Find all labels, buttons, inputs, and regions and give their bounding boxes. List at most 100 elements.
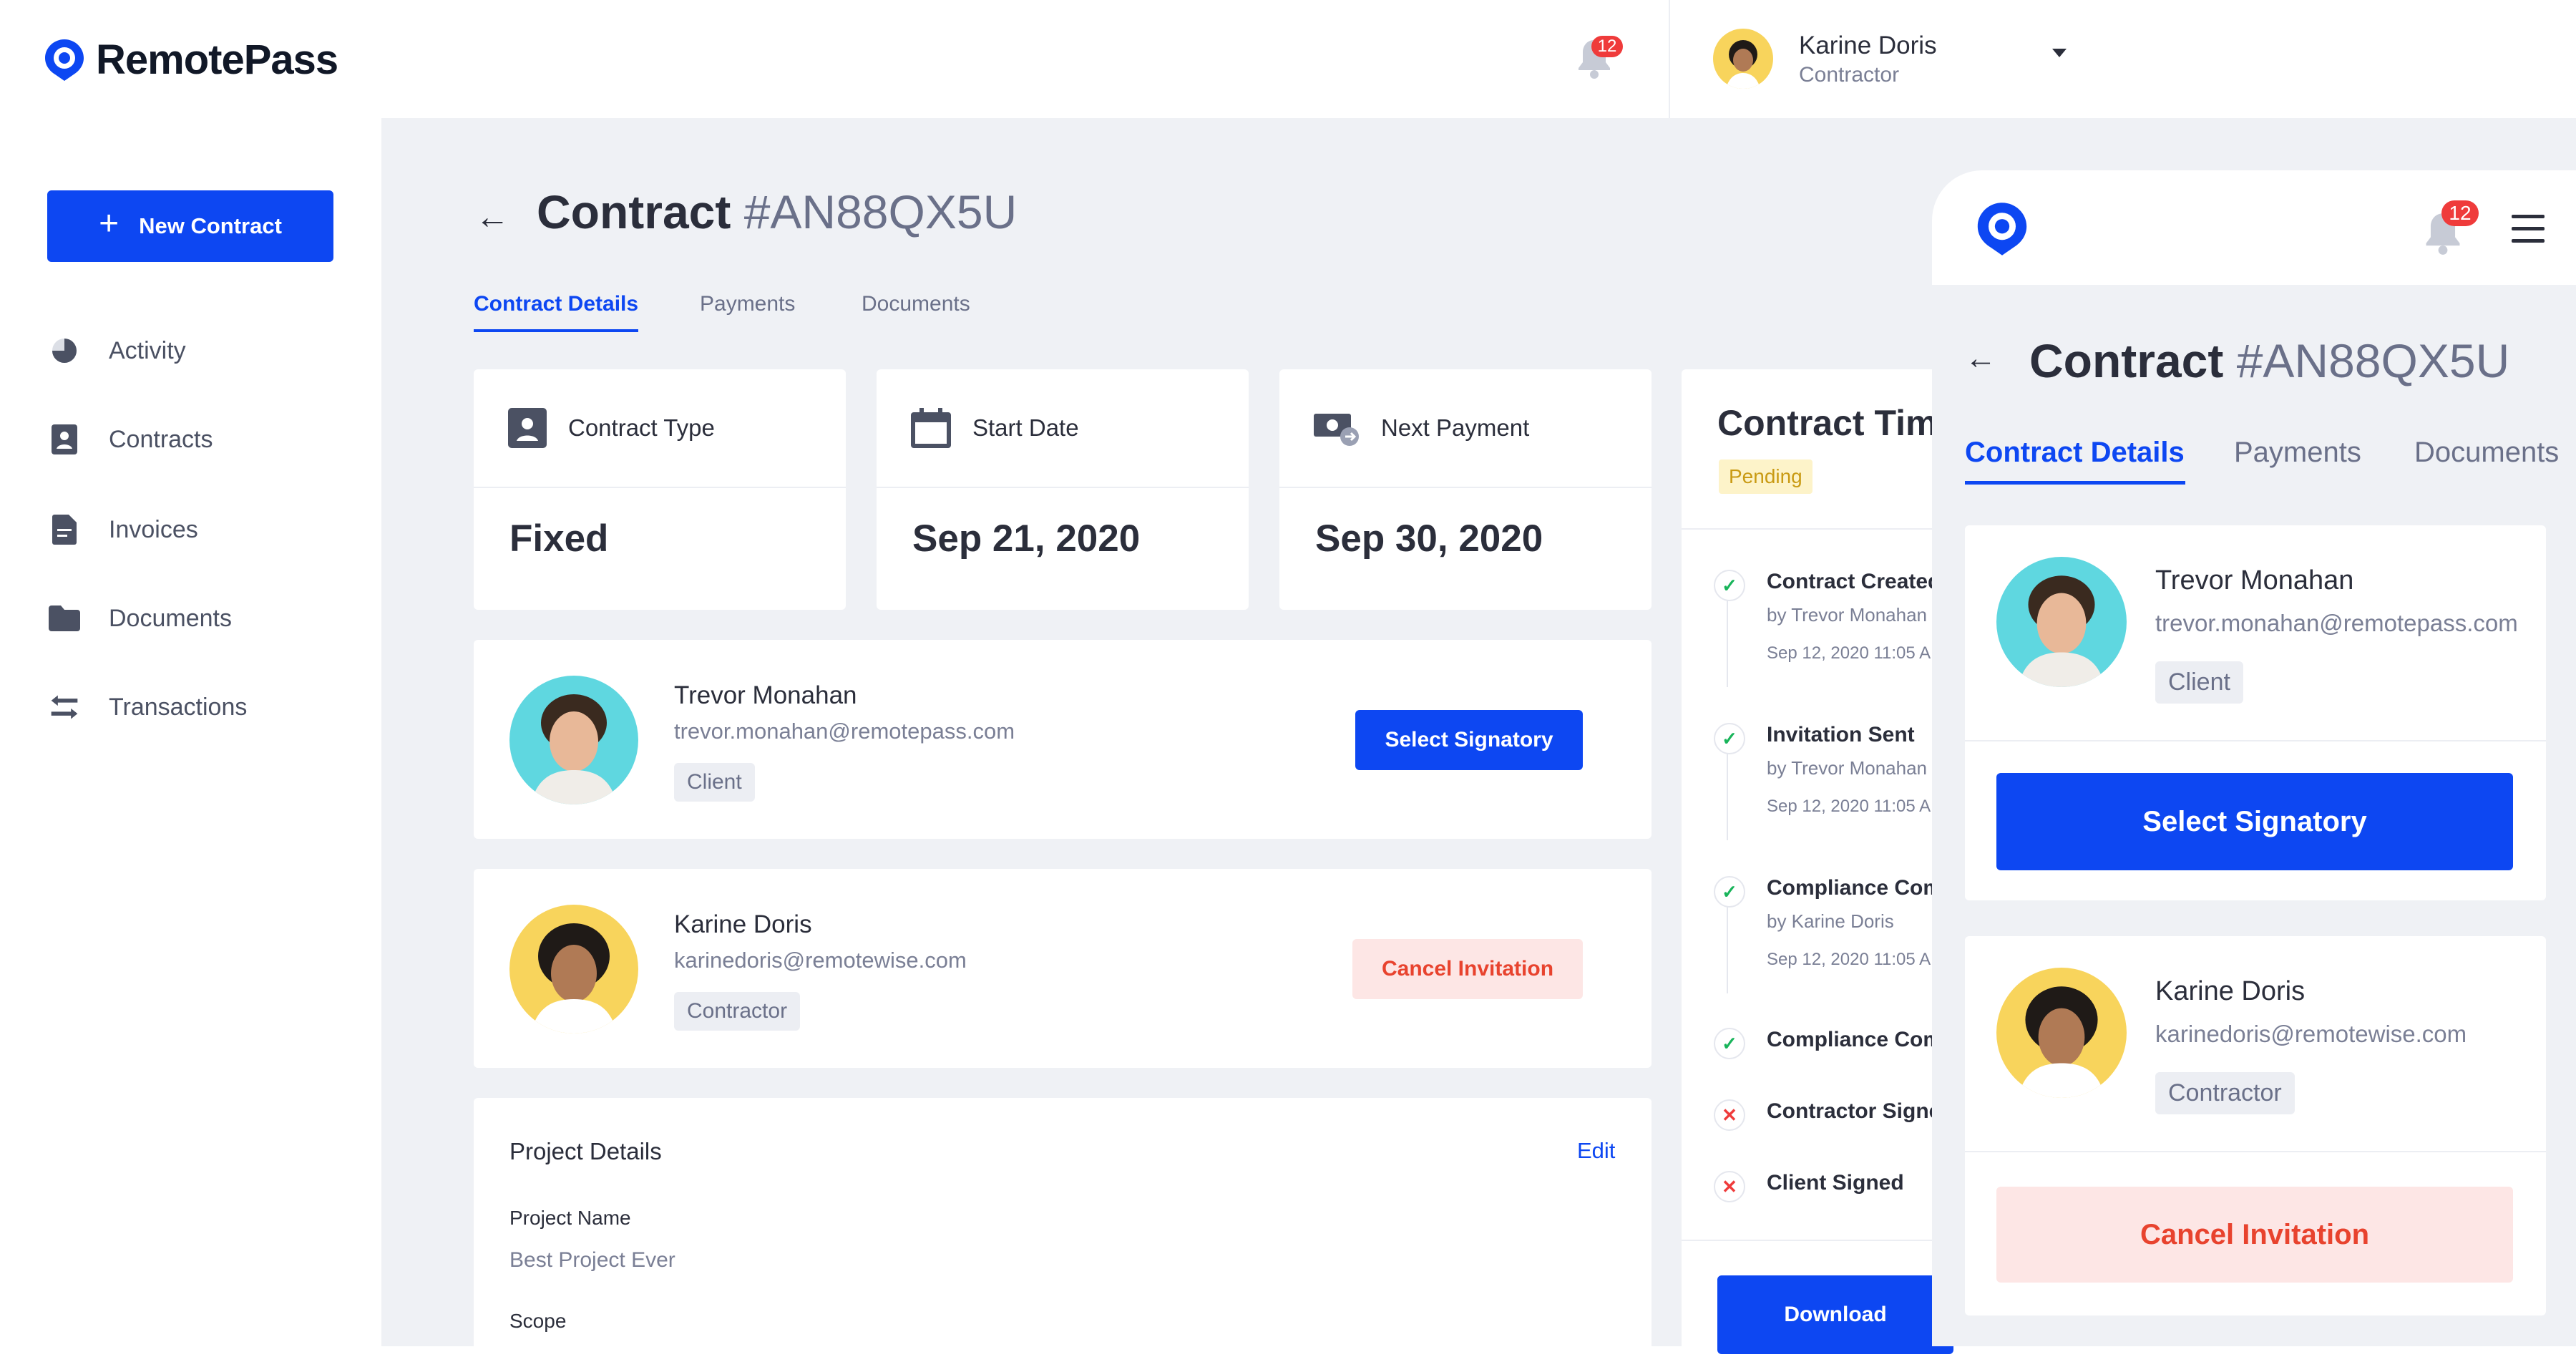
contract-icon: [49, 424, 80, 455]
timeline-event: ✕ Client Signed: [1714, 1171, 1904, 1202]
timeline-event-date: Sep 12, 2020 11:05 A: [1767, 797, 1931, 816]
sidebar-item-invoices[interactable]: Invoices: [49, 514, 198, 545]
timeline-title: Contract Tim: [1717, 403, 1938, 443]
tab-contract-details[interactable]: Contract Details: [474, 292, 638, 316]
download-button[interactable]: Download: [1717, 1275, 1953, 1354]
back-arrow-icon[interactable]: ←: [1965, 341, 1996, 376]
user-avatar: [1713, 29, 1773, 89]
notification-badge: 12: [1591, 36, 1623, 57]
logo-icon: [1977, 203, 2027, 256]
notifications-button[interactable]: 12: [1574, 36, 1623, 84]
back-arrow-icon[interactable]: ←: [475, 198, 509, 237]
contract-number: #AN88QX5U: [743, 185, 1018, 238]
tab-documents[interactable]: Documents: [2414, 437, 2559, 469]
timeline-event-title: Compliance Com: [1767, 1028, 1943, 1051]
tab-contract-details[interactable]: Contract Details: [1965, 437, 2185, 469]
timeline-card: Contract Tim Pending Download: [1682, 369, 1953, 1357]
check-icon: ✓: [1714, 1028, 1745, 1059]
client-email: trevor.monahan@remotepass.com: [674, 719, 1015, 744]
sidebar-item-label: Documents: [109, 604, 232, 632]
sidebar-item-transactions[interactable]: Transactions: [49, 691, 247, 723]
divider: [1965, 1151, 2546, 1152]
mobile-client-card: Trevor Monahan trevor.monahan@remotepass…: [1965, 525, 2546, 900]
timeline-event-by: by Trevor Monahan: [1767, 757, 1928, 779]
timeline-event-title: Compliance Com: [1767, 876, 1943, 900]
timeline-event-by: by Trevor Monahan: [1767, 604, 1928, 626]
timeline-event: ✓ Compliance Com: [1714, 1028, 1942, 1059]
edit-project-link[interactable]: Edit: [1577, 1138, 1615, 1164]
chevron-down-icon: [2052, 49, 2067, 57]
contract-icon: [508, 408, 547, 448]
contractor-role-badge: Contractor: [674, 992, 801, 1031]
new-contract-button[interactable]: + New Contract: [47, 190, 333, 262]
timeline-event: ✓ Invitation Sent by Trevor Monahan Sep …: [1714, 723, 1931, 817]
check-icon: ✓: [1714, 876, 1745, 908]
divider: [1682, 1240, 1939, 1241]
x-icon: ✕: [1714, 1099, 1745, 1131]
contractor-email: karinedoris@remotewise.com: [674, 948, 967, 973]
timeline-event-title: Invitation Sent: [1767, 723, 1915, 746]
contractor-name: Karine Doris: [2155, 976, 2306, 1006]
timeline-event: ✕ Contractor Signe: [1714, 1099, 1941, 1131]
cancel-invitation-button[interactable]: Cancel Invitation: [1996, 1187, 2513, 1283]
sidebar-item-label: Transactions: [109, 693, 248, 721]
summary-value: Sep 30, 2020: [1315, 517, 1543, 560]
contractor-avatar: [509, 905, 638, 1033]
page-title-text: Contract: [537, 185, 731, 238]
notifications-button[interactable]: 12: [2421, 200, 2479, 260]
contractor-email: karinedoris@remotewise.com: [2155, 1021, 2467, 1047]
plus-icon: +: [99, 205, 119, 243]
project-details-heading: Project Details: [509, 1138, 662, 1164]
select-signatory-button[interactable]: Select Signatory: [1996, 773, 2513, 870]
invoice-icon: [49, 514, 80, 545]
summary-card-start-date: Start Date Sep 21, 2020: [877, 369, 1249, 610]
divider: [1965, 740, 2546, 741]
summary-card-next-payment: Next Payment Sep 30, 2020: [1279, 369, 1652, 610]
timeline-event-title: Contract Created: [1767, 570, 1941, 593]
summary-label: Contract Type: [568, 414, 715, 441]
project-name-label: Project Name: [509, 1207, 631, 1229]
sidebar-item-label: Activity: [109, 336, 186, 364]
timeline-event: ✓ Contract Created by Trevor Monahan Sep…: [1714, 570, 1941, 663]
timeline-event: ✓ Compliance Com by Karine Doris Sep 12,…: [1714, 876, 1942, 970]
sidebar-item-contracts[interactable]: Contracts: [49, 424, 213, 455]
sidebar-item-activity[interactable]: Activity: [49, 335, 186, 366]
mobile-header: 12: [1932, 170, 2576, 285]
select-signatory-button[interactable]: Select Signatory: [1355, 710, 1583, 770]
brand-logo[interactable]: RemotePass: [43, 36, 338, 84]
notification-badge: 12: [2441, 200, 2479, 226]
contractor-card: Karine Doris karinedoris@remotewise.com …: [474, 869, 1652, 1068]
new-contract-label: New Contract: [139, 213, 282, 238]
tab-documents[interactable]: Documents: [862, 292, 970, 316]
transfer-arrows-icon: [49, 691, 80, 723]
tab-payments[interactable]: Payments: [700, 292, 795, 316]
client-name: Trevor Monahan: [2155, 565, 2354, 595]
pie-chart-icon: [49, 335, 80, 366]
client-avatar: [509, 676, 638, 804]
contract-number: #AN88QX5U: [2236, 334, 2510, 387]
contractor-avatar: [1996, 968, 2127, 1098]
contractor-role-badge: Contractor: [2155, 1072, 2295, 1114]
client-name: Trevor Monahan: [674, 681, 857, 709]
user-role: Contractor: [1799, 63, 1900, 87]
summary-label: Start Date: [972, 414, 1079, 441]
summary-card-contract-type: Contract Type Fixed: [474, 369, 846, 610]
sidebar-item-documents[interactable]: Documents: [49, 603, 232, 634]
client-card: Trevor Monahan trevor.monahan@remotepass…: [474, 640, 1652, 839]
timeline-event-by: by Karine Doris: [1767, 910, 1894, 932]
hamburger-menu-icon[interactable]: [2512, 215, 2545, 243]
cancel-invitation-button[interactable]: Cancel Invitation: [1352, 939, 1583, 999]
money-icon: [1314, 414, 1359, 446]
client-role-badge: Client: [674, 763, 755, 802]
project-name-value: Best Project Ever: [509, 1248, 675, 1272]
folder-icon: [49, 603, 80, 634]
timeline-event-title: Contractor Signe: [1767, 1099, 1941, 1123]
logo-icon: [45, 39, 84, 81]
tab-payments[interactable]: Payments: [2234, 437, 2361, 469]
calendar-icon: [911, 408, 951, 448]
user-menu[interactable]: Karine Doris Contractor: [1669, 0, 2576, 118]
client-email: trevor.monahan@remotepass.com: [2155, 610, 2518, 636]
summary-label: Next Payment: [1381, 414, 1530, 441]
sidebar-item-label: Contracts: [109, 425, 213, 453]
active-tab-indicator: [1965, 481, 2185, 485]
